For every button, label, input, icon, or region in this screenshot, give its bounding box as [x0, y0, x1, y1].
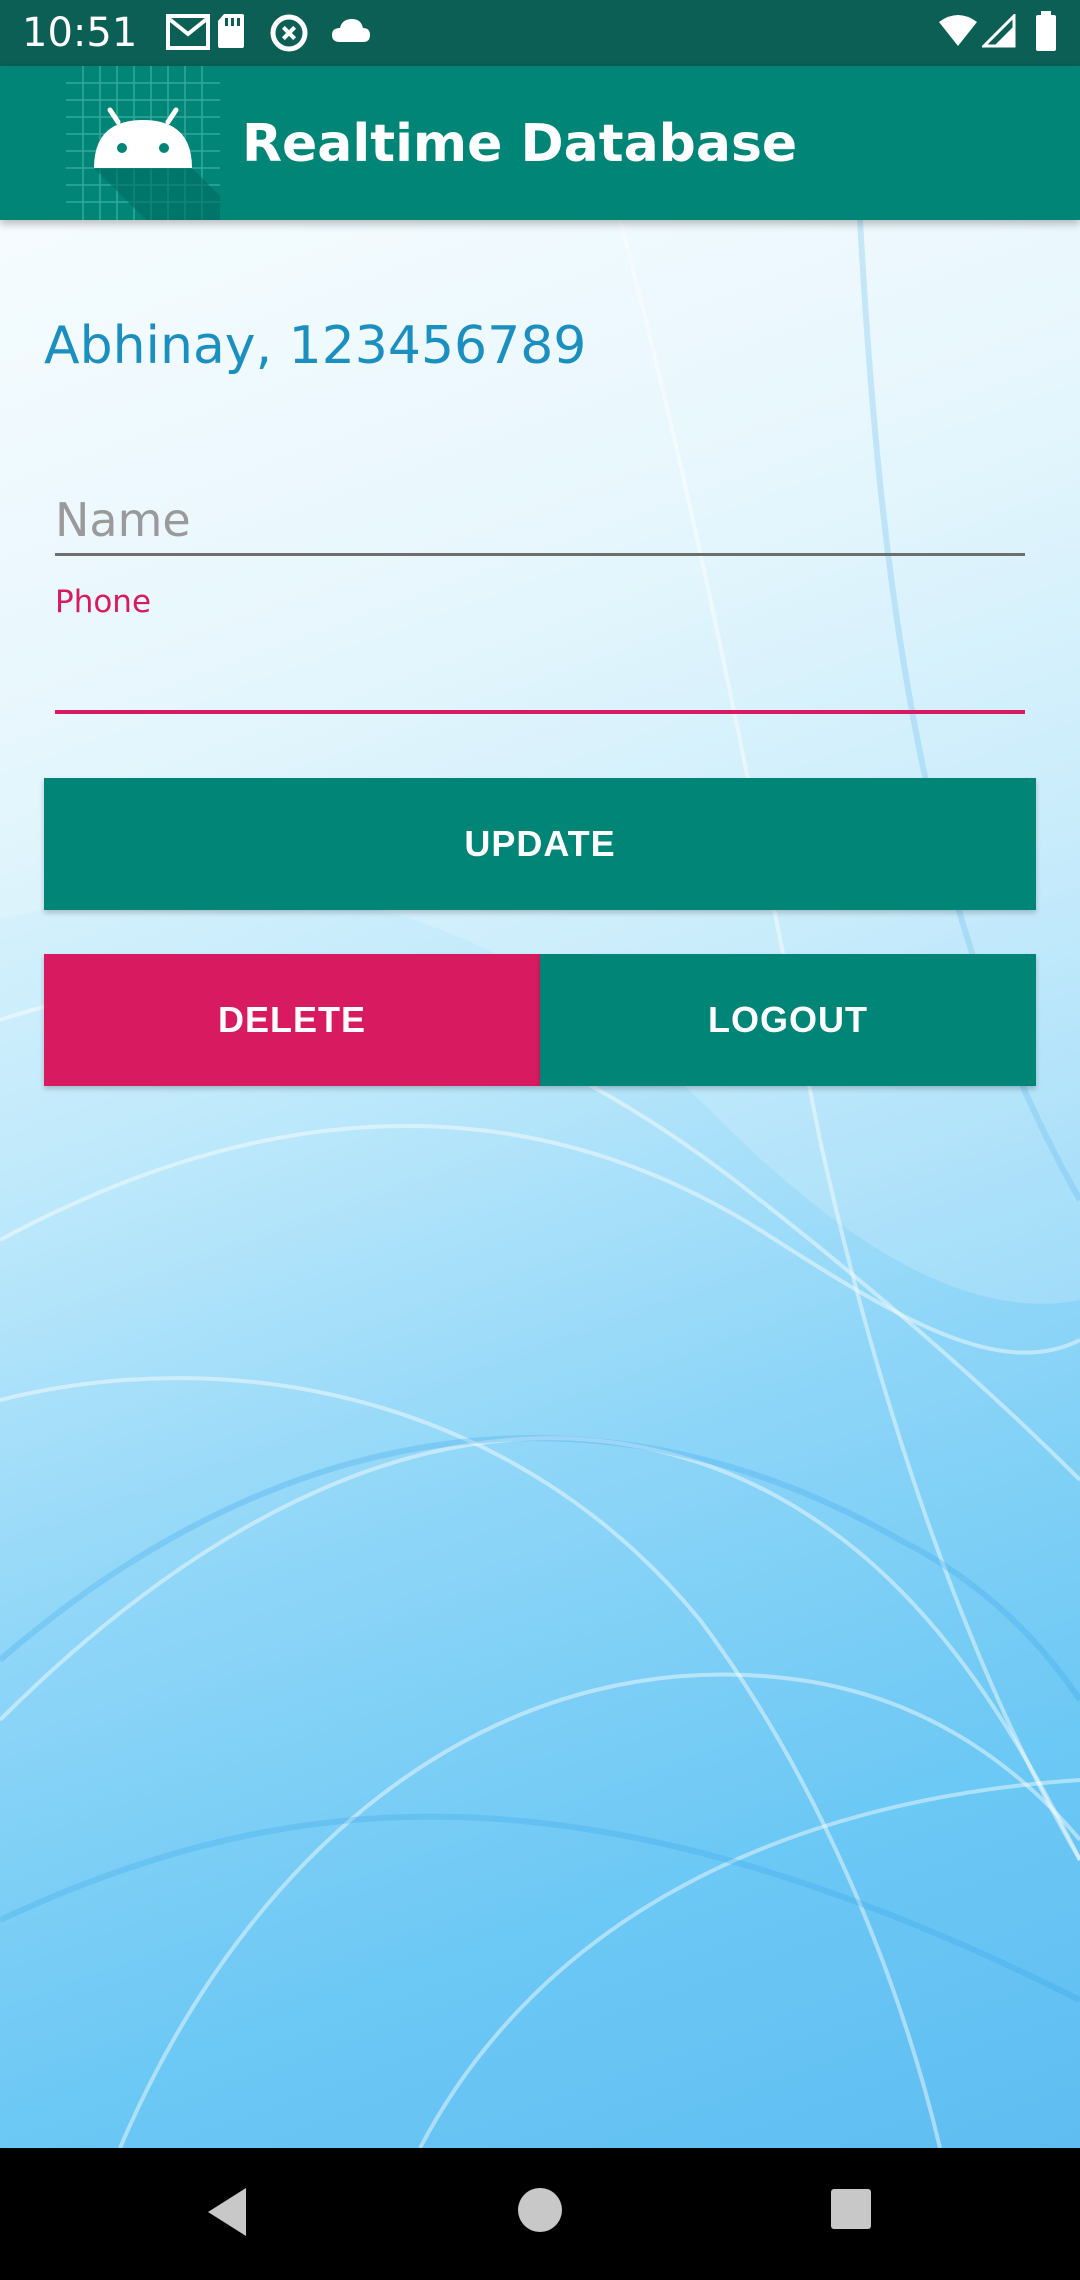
- phone-label: Phone: [55, 584, 152, 620]
- gmail-icon: [166, 14, 210, 50]
- status-time: 10:51: [22, 10, 138, 56]
- wifi-icon: [939, 15, 977, 46]
- logout-button[interactable]: LOGOUT: [540, 954, 1036, 1086]
- status-bar: 10:51: [0, 0, 1080, 66]
- name-input[interactable]: [55, 486, 1025, 556]
- cloud-icon: [332, 19, 370, 42]
- phone-input[interactable]: [55, 640, 1025, 714]
- recents-icon[interactable]: [826, 2184, 876, 2234]
- back-icon[interactable]: [202, 2184, 252, 2240]
- user-info-text: Abhinay, 123456789: [44, 316, 587, 376]
- screen: 10:51 Realtime Database Abhinay, 1234567…: [0, 0, 1080, 2280]
- delete-button[interactable]: DELETE: [44, 954, 540, 1086]
- cellular-signal-icon: [982, 14, 1016, 48]
- navigation-bar: [0, 2148, 1080, 2280]
- content-area: Abhinay, 123456789 Phone UPDATE DELETE L…: [0, 220, 1080, 2148]
- home-icon[interactable]: [512, 2182, 568, 2238]
- android-icon: [66, 66, 220, 220]
- data-saver-icon: [270, 14, 308, 52]
- app-title: Realtime Database: [242, 114, 798, 174]
- app-bar: Realtime Database: [0, 66, 1080, 220]
- sd-card-icon: [218, 14, 244, 48]
- battery-icon: [1036, 11, 1056, 51]
- update-button[interactable]: UPDATE: [44, 778, 1036, 910]
